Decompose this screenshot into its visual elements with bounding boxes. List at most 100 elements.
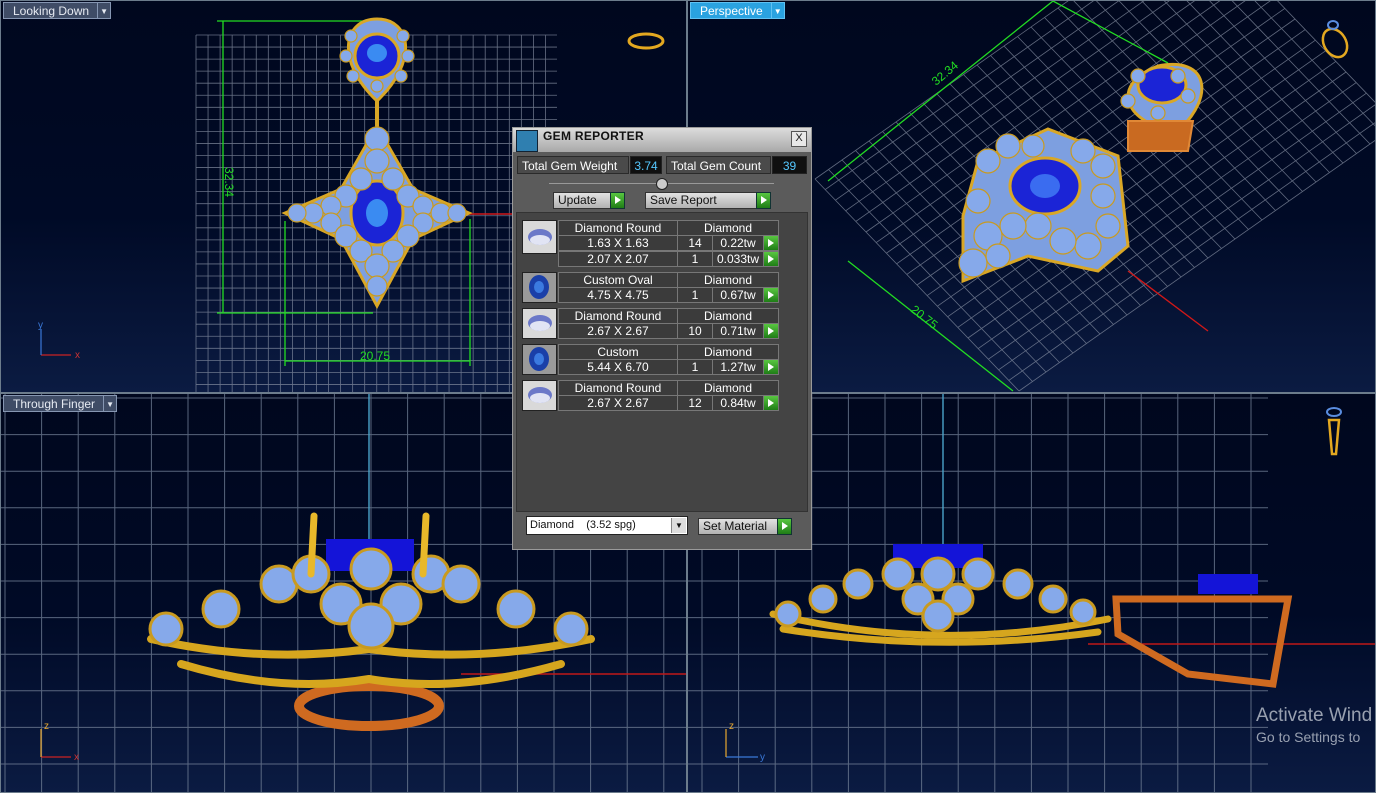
gem-size: 1.63 X 1.63 [558,235,678,251]
set-material-button[interactable]: Set Material [698,518,792,535]
svg-text:x: x [75,350,80,361]
splitter-handle[interactable] [656,178,668,190]
viewport-label[interactable]: Through Finger [3,395,105,412]
gem-weight: 0.033tw [712,251,764,267]
total-gem-weight-value: 3.74 [630,156,662,174]
select-gem-arrow-icon[interactable] [763,235,779,251]
gem-stone [370,79,384,93]
gem-size: 4.75 X 4.75 [558,287,678,303]
gem-stone [394,69,408,83]
dimension-width: 20.75 [360,349,390,363]
gem-stone [364,253,390,279]
viewport-label[interactable]: Perspective [690,2,772,19]
gem-stone [349,167,373,191]
gem-stone [201,589,241,629]
gem-stone [1069,598,1097,626]
round-diamond-icon [522,380,557,411]
chevron-down-icon[interactable]: ▼ [671,518,686,533]
gem-stone [1090,153,1116,179]
watermark-subtitle: Go to Settings to [1256,729,1361,745]
total-gem-count: Total Gem Count 39 [666,156,807,174]
gem-stone [364,126,390,152]
gem-stone [881,557,915,591]
gem-weight: 0.22tw [712,235,764,251]
total-gem-count-label: Total Gem Count [666,156,771,174]
gem-reporter-app-icon [516,130,538,152]
gem-stone [441,564,481,604]
total-gem-count-value: 39 [772,156,807,174]
dialog-titlebar[interactable]: GEM REPORTER X [513,128,811,152]
gem-material: Diamond [677,308,779,324]
select-gem-arrow-icon[interactable] [763,395,779,411]
gem-stone [1024,212,1052,240]
gem-size: 2.67 X 2.67 [558,395,678,411]
viewport-menu-perspective[interactable]: Perspective ▼ [690,2,785,19]
gem-stone [339,49,353,63]
gem-stone [496,589,536,629]
save-report-button[interactable]: Save Report [645,192,771,209]
select-gem-arrow-icon[interactable] [763,323,779,339]
gem-stone [965,188,991,214]
gem-shape: Diamond Round [558,380,678,396]
material-select[interactable]: Diamond (3.52 spg) ▼ [526,516,688,535]
close-button[interactable]: X [791,131,807,147]
gem-quantity: 1 [677,287,713,303]
update-button-label: Update [558,193,597,207]
total-gem-weight: Total Gem Weight 3.74 [517,156,662,174]
activation-watermark: Activate Wind Go to Settings to [1256,705,1375,745]
gem-stone [1130,68,1146,84]
gem-material: Diamond [677,272,779,288]
gem-stone [958,248,988,278]
select-gem-arrow-icon[interactable] [763,359,779,375]
dimension-width: 20.75 [908,302,941,332]
gem-stone [259,564,299,604]
gem-quantity: 10 [677,323,713,339]
dropdown-arrow-icon[interactable]: ▼ [104,395,118,412]
gem-quantity: 14 [677,235,713,251]
gem-stone [366,275,388,297]
gem-stone [995,133,1021,159]
gem-stone [1002,568,1034,600]
gem-stone [1021,134,1045,158]
svg-text:z: z [729,721,734,732]
gem-stone [921,599,955,633]
gem-stone [1170,68,1186,84]
viewport-menu-looking-down[interactable]: Looking Down ▼ [3,2,112,19]
svg-text:y: y [760,752,765,763]
update-button[interactable]: Update [553,192,625,209]
total-gem-weight-label: Total Gem Weight [517,156,629,174]
gem-weight: 0.71tw [712,323,764,339]
gem-size: 2.67 X 2.67 [558,323,678,339]
dropdown-arrow-icon[interactable]: ▼ [98,2,112,19]
play-arrow-icon [610,192,625,209]
gem-stone [349,547,393,591]
gem-stone [344,29,358,43]
gem-stone [999,212,1027,240]
material-select-value: Diamond (3.52 spg) [530,519,636,531]
gem-quantity: 1 [677,251,713,267]
svg-text:y: y [38,320,43,331]
gem-stone [1180,88,1196,104]
dimension-height: 32.34 [222,167,236,197]
gem-shape: Custom Oval [558,272,678,288]
select-gem-arrow-icon[interactable] [763,251,779,267]
gem-stone [1150,105,1166,121]
svg-text:x: x [74,752,79,763]
gem-stone [975,148,1001,174]
gem-stone [396,29,410,43]
select-gem-arrow-icon[interactable] [763,287,779,303]
gem-shape: Diamond Round [558,220,678,236]
dialog-title: GEM REPORTER [543,129,644,143]
gem-stone [1095,213,1121,239]
gem-stone [401,49,415,63]
gem-stone [842,568,874,600]
dropdown-arrow-icon[interactable]: ▼ [771,2,785,19]
gem-stone [287,203,307,223]
viewport-menu-through-finger[interactable]: Through Finger ▼ [3,395,118,412]
gem-stone [553,611,589,647]
gem-stone [1049,227,1077,255]
gem-size: 2.07 X 2.07 [558,251,678,267]
viewport-label[interactable]: Looking Down [3,2,99,19]
gem-list[interactable]: Diamond Round Diamond 1.63 X 1.63 14 0.2… [516,212,808,512]
gem-stone [347,602,395,650]
